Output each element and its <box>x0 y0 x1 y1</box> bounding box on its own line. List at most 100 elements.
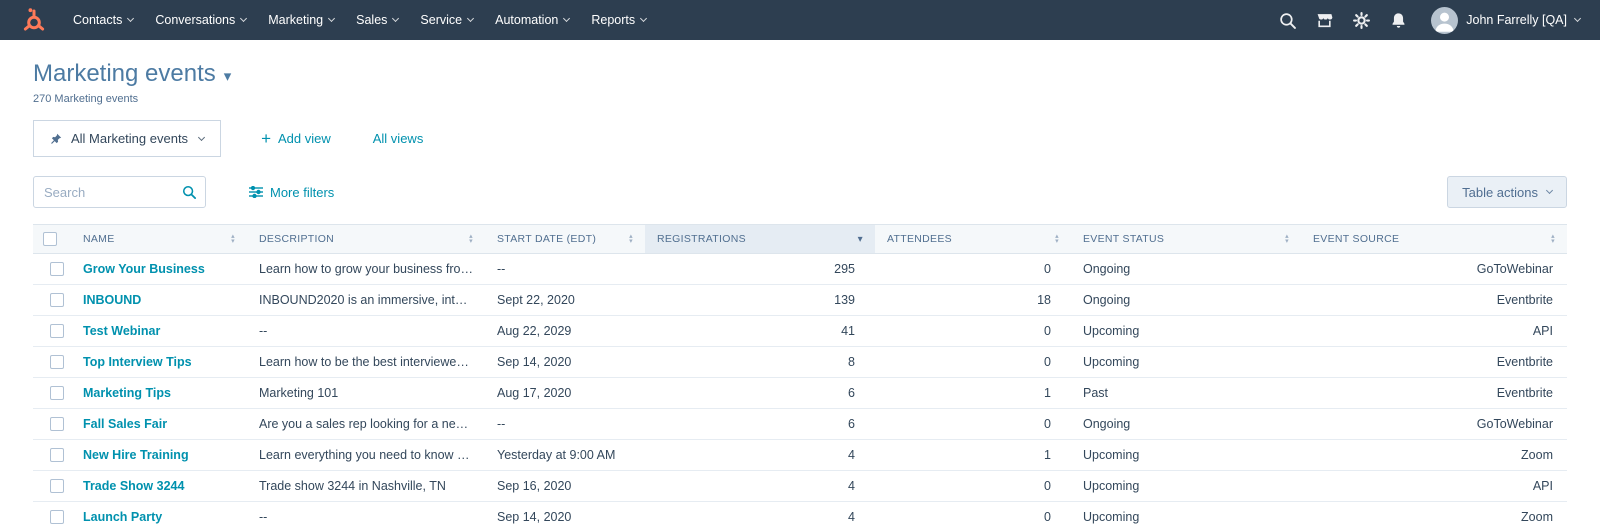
nav-item-marketing[interactable]: Marketing <box>257 0 345 40</box>
event-start-date: Aug 22, 2029 <box>485 315 645 347</box>
table-row: Fall Sales Fair Are you a sales rep look… <box>33 408 1567 440</box>
search-icon[interactable] <box>182 185 196 199</box>
sort-icon[interactable]: ▴ ▾ <box>1543 233 1555 245</box>
event-start-date: -- <box>485 408 645 440</box>
event-attendees: 0 <box>875 253 1071 285</box>
column-label: EVENT STATUS <box>1083 233 1165 245</box>
chevron-down-icon <box>1573 14 1582 23</box>
event-registrations: 295 <box>645 253 875 285</box>
nav-item-reports[interactable]: Reports <box>580 0 657 40</box>
events-count-label: 270 Marketing events <box>33 93 139 105</box>
nav-item-label: Reports <box>591 13 636 27</box>
event-start-date: Aug 17, 2020 <box>485 377 645 409</box>
chevron-down-icon <box>127 14 135 23</box>
table-row: Top Interview Tips Learn how to be the b… <box>33 346 1567 378</box>
sort-icon[interactable]: ▴ ▾ <box>621 233 633 245</box>
more-filters-label: More filters <box>270 184 335 200</box>
event-name-link[interactable]: Launch Party <box>83 510 162 524</box>
column-header-registrations[interactable]: REGISTRATIONS ▴▾ <box>645 224 875 254</box>
event-description: -- <box>247 501 485 527</box>
event-description: Learn how to grow your business fro… <box>247 253 485 285</box>
search-input[interactable] <box>44 184 182 200</box>
table-header-row: NAME ▴ ▾ DESCRIPTION ▴ ▾ START DATE (EDT) … <box>33 224 1567 254</box>
row-checkbox[interactable] <box>50 510 64 525</box>
add-view-button[interactable]: + Add view <box>261 130 331 147</box>
chevron-down-icon <box>467 14 475 23</box>
sort-icon[interactable]: ▴ ▾ <box>223 233 235 245</box>
table-actions-button[interactable]: Table actions <box>1447 176 1567 208</box>
marketplace-icon[interactable] <box>1316 12 1333 29</box>
event-status: Upcoming <box>1071 470 1301 502</box>
sort-icon[interactable]: ▴ ▾ <box>461 233 473 245</box>
search-icon[interactable] <box>1279 12 1297 29</box>
title-dropdown-caret-icon[interactable]: ▾ <box>224 67 232 85</box>
column-header-name[interactable]: NAME ▴ ▾ <box>71 224 247 254</box>
column-label: REGISTRATIONS <box>657 233 746 245</box>
table-actions-label: Table actions <box>1462 184 1538 200</box>
event-status: Ongoing <box>1071 408 1301 440</box>
event-registrations: 8 <box>645 346 875 378</box>
event-name-link[interactable]: New Hire Training <box>83 448 189 462</box>
event-source: Eventbrite <box>1301 284 1567 316</box>
table-row: New Hire Training Learn everything you n… <box>33 439 1567 471</box>
table-row: Test Webinar -- Aug 22, 2029 41 0 Upcomi… <box>33 315 1567 347</box>
event-attendees: 0 <box>875 408 1071 440</box>
event-source: Eventbrite <box>1301 346 1567 378</box>
event-name-link[interactable]: INBOUND <box>83 293 141 307</box>
notifications-bell-icon[interactable] <box>1390 12 1407 29</box>
sort-descending-icon[interactable]: ▴▾ <box>850 234 863 244</box>
table-row: INBOUND INBOUND2020 is an immersive, int… <box>33 284 1567 316</box>
user-menu[interactable]: John Farrelly [QA] <box>1431 6 1582 34</box>
settings-gear-icon[interactable] <box>1353 11 1371 29</box>
event-description: Are you a sales rep looking for a new… <box>247 408 485 440</box>
row-checkbox[interactable] <box>50 417 64 432</box>
row-checkbox[interactable] <box>50 386 64 401</box>
column-header-event-status[interactable]: EVENT STATUS ▴ ▾ <box>1071 224 1301 254</box>
event-description: -- <box>247 315 485 347</box>
row-checkbox[interactable] <box>50 324 64 339</box>
nav-item-label: Contacts <box>73 13 123 27</box>
nav-item-label: Automation <box>495 13 559 27</box>
column-header-start-date[interactable]: START DATE (EDT) ▴ ▾ <box>485 224 645 254</box>
event-name-link[interactable]: Test Webinar <box>83 324 160 338</box>
nav-item-service[interactable]: Service <box>409 0 484 40</box>
row-checkbox[interactable] <box>50 479 64 494</box>
nav-item-label: Marketing <box>268 13 324 27</box>
more-filters-button[interactable]: More filters <box>249 185 334 200</box>
user-name-label: John Farrelly [QA] <box>1466 13 1567 27</box>
event-name-link[interactable]: Grow Your Business <box>83 262 205 276</box>
event-name-link[interactable]: Top Interview Tips <box>83 355 192 369</box>
event-description: Marketing 101 <box>247 377 485 409</box>
event-attendees: 18 <box>875 284 1071 316</box>
row-checkbox[interactable] <box>50 293 64 308</box>
user-avatar <box>1431 6 1459 34</box>
event-status: Ongoing <box>1071 253 1301 285</box>
row-checkbox[interactable] <box>50 448 64 463</box>
column-label: DESCRIPTION <box>259 233 335 245</box>
select-all-checkbox[interactable] <box>43 232 57 246</box>
event-registrations: 6 <box>645 408 875 440</box>
column-label: START DATE (EDT) <box>497 233 597 245</box>
event-name-link[interactable]: Fall Sales Fair <box>83 417 167 431</box>
all-views-link[interactable]: All views <box>373 131 424 146</box>
nav-item-contacts[interactable]: Contacts <box>62 0 144 40</box>
sort-icon[interactable]: ▴ ▾ <box>1277 233 1289 245</box>
row-checkbox[interactable] <box>50 262 64 277</box>
chevron-down-icon <box>240 14 248 23</box>
nav-item-sales[interactable]: Sales <box>345 0 409 40</box>
sort-icon[interactable]: ▴ ▾ <box>1047 233 1059 245</box>
column-header-event-source[interactable]: EVENT SOURCE ▴ ▾ <box>1301 224 1567 254</box>
event-source: API <box>1301 470 1567 502</box>
view-tab-all-marketing-events[interactable]: All Marketing events <box>33 120 222 157</box>
nav-item-conversations[interactable]: Conversations <box>144 0 257 40</box>
column-header-attendees[interactable]: ATTENDEES ▴ ▾ <box>875 224 1071 254</box>
column-header-description[interactable]: DESCRIPTION ▴ ▾ <box>247 224 485 254</box>
event-name-link[interactable]: Marketing Tips <box>83 386 171 400</box>
event-description: Learn how to be the best interviewer … <box>247 346 485 378</box>
row-checkbox[interactable] <box>50 355 64 370</box>
event-name-link[interactable]: Trade Show 3244 <box>83 479 184 493</box>
event-start-date: -- <box>485 253 645 285</box>
hubspot-logo-icon[interactable] <box>20 7 46 33</box>
nav-item-automation[interactable]: Automation <box>484 0 580 40</box>
column-label: NAME <box>83 233 115 245</box>
